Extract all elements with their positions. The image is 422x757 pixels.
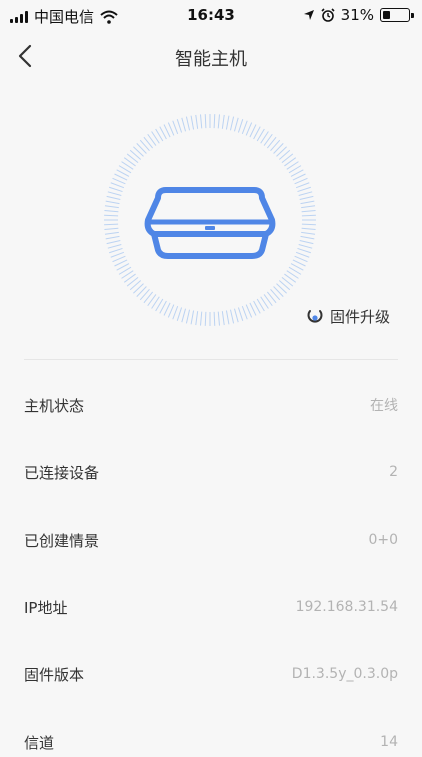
info-row-connected-devices[interactable]: 已连接设备 2	[24, 457, 398, 487]
status-right: 31%	[303, 6, 414, 24]
location-icon	[303, 10, 314, 20]
upgrade-progress-icon	[307, 310, 323, 323]
info-label: 已创建情景	[24, 531, 100, 550]
info-label: 主机状态	[24, 396, 85, 415]
status-bar: 中国电信 16:43 31%	[0, 0, 422, 30]
battery-fill	[383, 11, 391, 19]
info-label: IP地址	[24, 598, 68, 617]
info-row-ip-address: IP地址 192.168.31.54	[24, 592, 398, 622]
info-row-firmware-version: 固件版本 D1.3.5y_0.3.0p	[24, 659, 398, 689]
device-ring	[104, 114, 316, 326]
firmware-upgrade-label: 固件升级	[330, 307, 391, 326]
alarm-icon	[321, 8, 335, 22]
info-value: 192.168.31.54	[295, 599, 398, 615]
battery-percent: 31%	[340, 6, 374, 24]
divider	[24, 359, 398, 360]
info-value: 14	[380, 734, 398, 750]
info-label: 固件版本	[24, 665, 85, 684]
page-title: 智能主机	[175, 49, 247, 70]
info-value: 2	[389, 464, 398, 480]
nav-bar: 智能主机	[0, 30, 422, 84]
info-row-channel: 信道 14	[24, 727, 398, 757]
hub-device-icon	[144, 187, 276, 259]
info-value: 0+0	[368, 532, 398, 548]
firmware-upgrade-button[interactable]: 固件升级	[306, 304, 390, 328]
info-row-created-scenes[interactable]: 已创建情景 0+0	[24, 525, 398, 555]
info-value: 在线	[370, 398, 398, 414]
info-value: D1.3.5y_0.3.0p	[291, 666, 398, 682]
info-row-host-status: 主机状态 在线	[24, 390, 398, 420]
info-label: 信道	[24, 733, 55, 752]
info-label: 已连接设备	[24, 463, 100, 482]
battery-icon	[380, 8, 414, 22]
